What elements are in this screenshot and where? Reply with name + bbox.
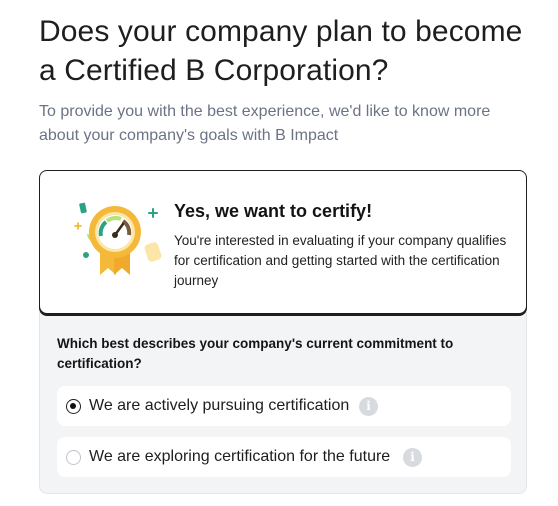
option-exploring-future[interactable]: We are exploring certification for the f… [57,437,511,477]
option-label: We are actively pursuing certification [89,397,350,414]
info-icon[interactable]: i [403,448,422,467]
page-subtitle: To provide you with the best experience,… [39,103,491,144]
certify-card-description: You're interested in evaluating if your … [174,233,507,288]
radio-actively-pursuing[interactable] [66,399,81,414]
commitment-question: Which best describes your company's curr… [57,336,454,371]
info-icon[interactable]: i [359,397,378,416]
commitment-panel: Which best describes your company's curr… [39,312,527,494]
certification-intent-page: Does your company plan to become a Certi… [0,0,558,506]
certify-card-title: Yes, we want to certify! [174,201,373,221]
option-actively-pursuing[interactable]: We are actively pursuing certification i [57,386,511,426]
page-title: Does your company plan to become a Certi… [39,15,523,87]
certify-option-card[interactable]: Yes, we want to certify! You're interest… [39,170,527,314]
certification-badge-gauge-icon [74,202,162,275]
option-label: We are exploring certification for the f… [89,448,391,465]
radio-exploring-future[interactable] [66,450,81,465]
